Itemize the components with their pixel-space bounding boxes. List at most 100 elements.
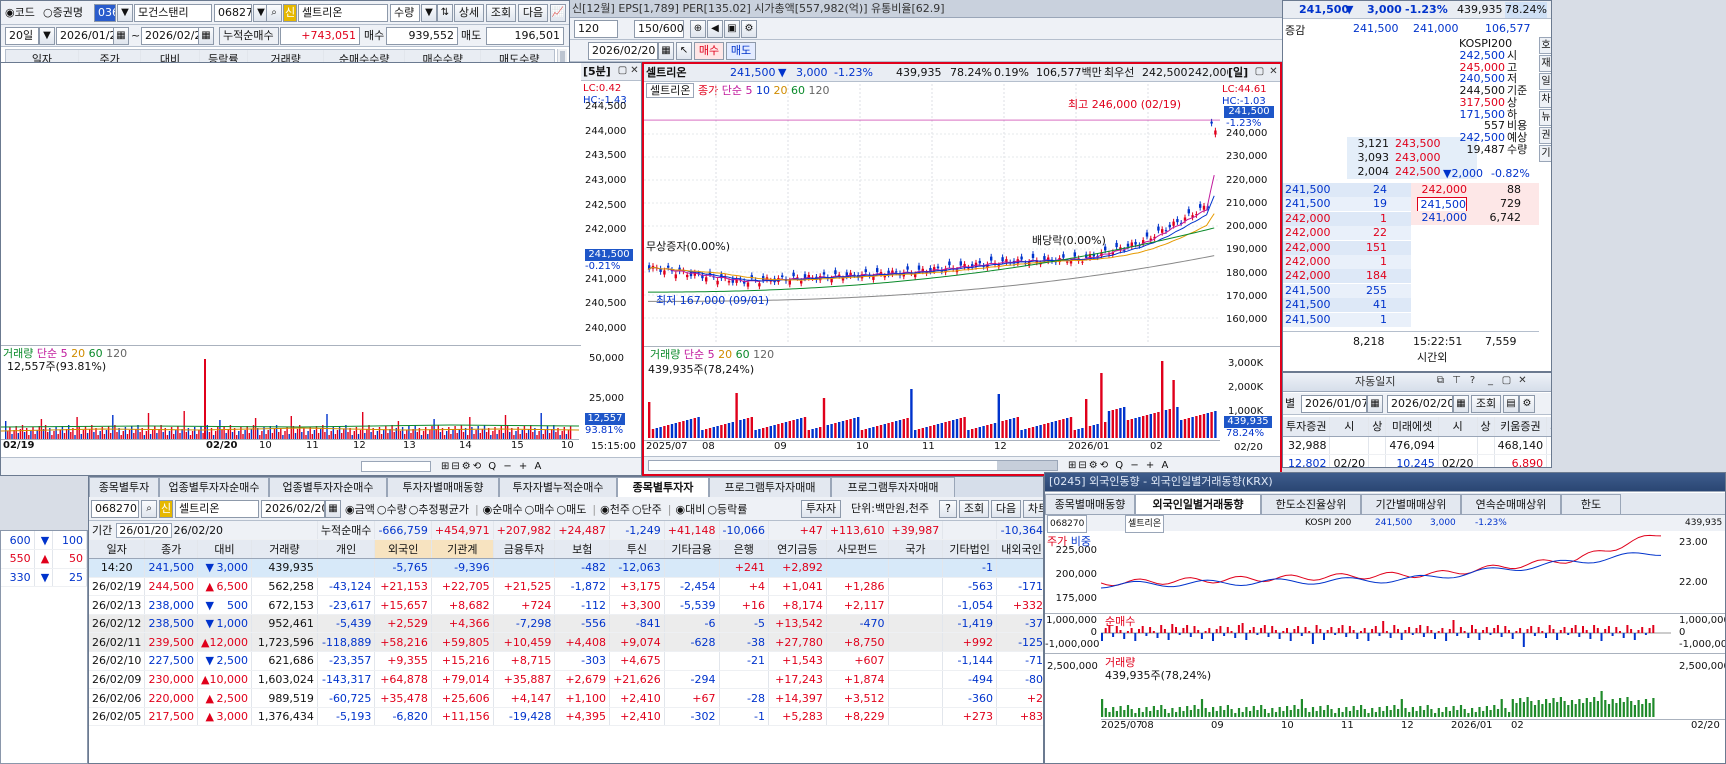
dropdown-icon[interactable]: ▼ <box>421 4 437 22</box>
spin-icon[interactable]: ⇅ <box>437 4 453 22</box>
col-header[interactable]: 내외국인 <box>996 539 1043 560</box>
option-3[interactable]: ◉순매수 <box>483 503 523 516</box>
option-5[interactable]: ○매도 <box>557 503 587 516</box>
inv-next-button[interactable]: 다음 <box>991 500 1021 518</box>
col-header[interactable]: 국가 <box>888 539 944 560</box>
option-7[interactable]: ○단주 <box>632 503 662 516</box>
option-1[interactable]: ○수량 <box>377 503 407 516</box>
fr-tab-2[interactable]: 한도소진율상위 <box>1261 494 1361 514</box>
tab-0[interactable]: 종목별투자 <box>89 477 159 497</box>
vtab-5[interactable]: 권 <box>1539 127 1551 144</box>
search-icon[interactable]: ⌕ <box>266 4 282 22</box>
col-header[interactable]: 종가 <box>144 539 198 560</box>
close-icon[interactable]: ✕ <box>1266 65 1280 80</box>
radio-broker[interactable]: ○증권명 <box>43 5 83 21</box>
next-button[interactable]: 다음 <box>518 4 548 22</box>
col-header[interactable]: 금융투자 <box>493 539 556 560</box>
option-8[interactable]: ◉대비 <box>676 503 706 516</box>
fr-tab-5[interactable]: 한도 <box>1561 494 1621 514</box>
option-4[interactable]: ○매수 <box>525 503 555 516</box>
chart-icon[interactable]: ▤ <box>1503 395 1519 413</box>
col-header[interactable]: 투신 <box>609 539 665 560</box>
col-header[interactable]: 은행 <box>719 539 769 560</box>
zoom-icon[interactable]: ⊕ <box>690 20 706 38</box>
calendar-icon[interactable]: ▦ <box>1453 395 1469 413</box>
col-header[interactable]: 개인 <box>317 539 376 560</box>
fr-tab-4[interactable]: 연속순매매상위 <box>1461 494 1561 514</box>
col-header[interactable]: 거래량 <box>251 539 318 560</box>
col-header[interactable]: 보험 <box>554 539 611 560</box>
calendar-icon[interactable]: ▦ <box>1367 395 1383 413</box>
dropdown-icon[interactable]: ▼ <box>117 4 133 22</box>
vtab-4[interactable]: 뉴 <box>1539 109 1551 126</box>
radio-code[interactable]: ◉코드 <box>5 5 35 21</box>
tab-1[interactable]: 업종별투자자순매수 <box>159 477 269 497</box>
inv-query-button[interactable]: 조회 <box>959 500 989 518</box>
tab-5[interactable]: 종목별투자자 <box>617 477 709 497</box>
daily-scroll[interactable] <box>648 460 1058 471</box>
minimize-icon[interactable]: _ <box>1483 374 1498 389</box>
broker-name-field[interactable]: 모건스탠리 <box>134 4 212 22</box>
tab-2[interactable]: 업종별투자자순매수 <box>269 477 387 497</box>
col-header[interactable]: 기타법인 <box>942 539 997 560</box>
tab-4[interactable]: 투자자별누적순매수 <box>499 477 617 497</box>
period-from[interactable]: 26/01/20 <box>116 523 172 539</box>
journal-query-button[interactable]: 조회 <box>1471 395 1501 413</box>
maximize-icon[interactable]: ▢ <box>1499 374 1514 389</box>
save-icon[interactable]: ▣ <box>724 20 740 38</box>
inv-date[interactable]: 2026/02/20 <box>261 500 325 518</box>
restore-icon[interactable]: ▢ <box>1252 65 1267 80</box>
option-2[interactable]: ○추정평균가 <box>409 503 469 516</box>
tab-3[interactable]: 투자자별매매동향 <box>387 477 499 497</box>
inv-stock-code[interactable]: 068270 <box>91 500 139 518</box>
col-header[interactable]: 외국인 <box>374 539 432 560</box>
tab-7[interactable]: 프로그램투자자매매 <box>831 477 955 497</box>
fr-tab-1[interactable]: 외국인일별거래동향 <box>1135 494 1261 514</box>
vtab-0[interactable]: 호 <box>1539 37 1551 54</box>
tick-count-field[interactable]: 120 <box>574 20 618 38</box>
fr-tab-3[interactable]: 기간별매매상위 <box>1361 494 1461 514</box>
close-icon[interactable]: ✕ <box>627 64 641 79</box>
inv-stock-name[interactable]: 셀트리온 <box>175 500 259 518</box>
dropdown-icon[interactable]: ▼ <box>39 27 55 45</box>
journal-date-to[interactable]: 2026/02/20 <box>1387 395 1453 413</box>
col-header[interactable]: 대비 <box>197 539 252 560</box>
vtab-1[interactable]: 재 <box>1539 55 1551 72</box>
col-header[interactable]: 기타금융 <box>664 539 720 560</box>
minute-footer-tools[interactable]: ⊞⊟⚙⟲ Q − + A <box>441 459 543 475</box>
vtab-3[interactable]: 차 <box>1539 91 1551 108</box>
inv-chart-button[interactable]: 차트 <box>1023 500 1043 518</box>
gear-icon[interactable]: ⚙ <box>741 20 757 38</box>
prev-icon[interactable]: ◀ <box>707 20 723 38</box>
gear-icon[interactable]: ⚙ <box>1519 395 1535 413</box>
stock-name-field[interactable]: 셀트리온 <box>298 4 388 22</box>
option-0[interactable]: ◉금액 <box>345 503 375 516</box>
vtab-6[interactable]: 기 <box>1539 145 1551 162</box>
sell-button[interactable]: 매도 <box>726 42 756 60</box>
period-select[interactable]: 20일 <box>5 27 39 45</box>
option-9[interactable]: ○등락률 <box>707 503 747 516</box>
col-header[interactable]: 기관계 <box>431 539 494 560</box>
option-6[interactable]: ◉천주 <box>600 503 630 516</box>
calendar-icon[interactable]: ▦ <box>113 27 129 45</box>
chart-icon[interactable]: 📈 <box>550 4 566 22</box>
investor-button[interactable]: 투자자 <box>801 500 841 518</box>
detail-button[interactable]: 상세 <box>454 4 484 22</box>
stock-code-field[interactable]: 068270 <box>214 4 252 22</box>
range-field[interactable]: 150/600 <box>634 20 684 38</box>
pin-icon[interactable]: ⊤ <box>1449 374 1464 389</box>
calendar-icon[interactable]: ▦ <box>325 500 341 518</box>
qty-mode-select[interactable]: 수량 <box>390 4 420 22</box>
link-icon[interactable]: ⧉ <box>1433 374 1448 389</box>
help-button[interactable]: ? <box>939 500 957 518</box>
fr-tab-0[interactable]: 종목별매매동향 <box>1045 494 1135 514</box>
query-button[interactable]: 조회 <box>486 4 516 22</box>
tab-6[interactable]: 프로그램투자자매매 <box>709 477 831 497</box>
calendar-icon[interactable]: ▦ <box>658 42 674 60</box>
help-icon[interactable]: ? <box>1465 374 1480 389</box>
cursor-icon[interactable]: ↖ <box>676 42 692 60</box>
journal-date-from[interactable]: 2026/01/07 <box>1301 395 1367 413</box>
col-header[interactable]: 일자 <box>89 539 146 560</box>
minute-scroll[interactable] <box>361 461 431 472</box>
calendar-icon[interactable]: ▦ <box>198 27 214 45</box>
